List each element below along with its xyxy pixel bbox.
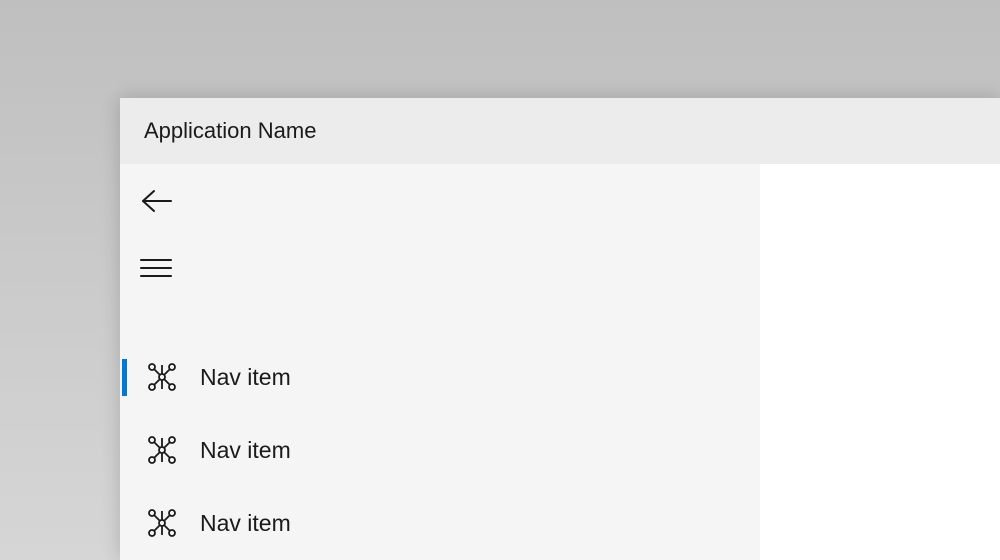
graph-icon xyxy=(144,508,180,538)
back-button[interactable] xyxy=(120,172,760,230)
navigation-pane: Nav item Nav item xyxy=(120,164,760,560)
nav-item-label: Nav item xyxy=(200,510,760,537)
hamburger-icon xyxy=(140,258,172,278)
application-window: Application Name xyxy=(120,98,1000,560)
nav-item-label: Nav item xyxy=(200,364,760,391)
nav-item-1[interactable]: Nav item xyxy=(120,341,760,414)
graph-icon xyxy=(144,362,180,392)
window-body: Nav item Nav item xyxy=(120,164,1000,560)
nav-item-2[interactable]: Nav item xyxy=(120,414,760,487)
graph-icon xyxy=(144,435,180,465)
menu-button[interactable] xyxy=(120,238,760,296)
content-area xyxy=(760,164,1000,560)
nav-item-label: Nav item xyxy=(200,437,760,464)
nav-spacer xyxy=(120,297,760,341)
title-bar: Application Name xyxy=(120,98,1000,164)
selection-indicator xyxy=(122,359,127,396)
window-title: Application Name xyxy=(144,118,316,144)
nav-item-3[interactable]: Nav item xyxy=(120,487,760,560)
back-arrow-icon xyxy=(140,189,174,213)
